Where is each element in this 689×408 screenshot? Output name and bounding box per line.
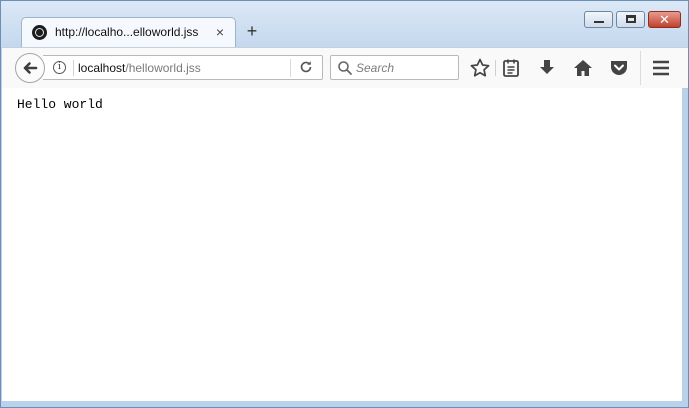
url-path: /helloworld.jss xyxy=(125,61,201,75)
tab-title: http://localho...elloworld.jss xyxy=(55,25,199,39)
search-icon xyxy=(338,61,352,75)
home-icon[interactable] xyxy=(572,57,594,79)
url-bar[interactable]: i localhost/helloworld.jss xyxy=(43,55,323,80)
url-divider-right xyxy=(290,59,291,77)
restore-button[interactable] xyxy=(616,11,645,28)
title-bar: http://localho...elloworld.jss × + ✕ xyxy=(1,1,688,47)
reload-icon[interactable] xyxy=(298,59,314,75)
search-bar[interactable]: Search xyxy=(330,55,459,80)
tab-close-icon[interactable]: × xyxy=(212,23,228,41)
back-button[interactable] xyxy=(15,53,45,83)
back-arrow-icon xyxy=(23,62,38,74)
info-icon[interactable]: i xyxy=(53,61,66,74)
url-text[interactable]: localhost/helloworld.jss xyxy=(78,61,201,75)
navigation-toolbar: i localhost/helloworld.jss Search xyxy=(2,47,688,89)
menu-icon[interactable] xyxy=(650,57,672,79)
toolbar-divider xyxy=(495,60,496,76)
url-divider xyxy=(73,60,74,76)
browser-window: http://localho...elloworld.jss × + ✕ i l… xyxy=(0,0,689,408)
close-icon: ✕ xyxy=(659,12,670,27)
url-host: localhost xyxy=(78,61,126,75)
minimize-icon xyxy=(594,21,604,23)
page-content: Hello world xyxy=(2,88,682,401)
bookmark-star-icon[interactable] xyxy=(469,57,491,79)
toolbar-divider xyxy=(640,51,641,85)
tab-active[interactable]: http://localho...elloworld.jss × xyxy=(21,17,236,47)
restore-icon xyxy=(626,15,636,23)
search-placeholder: Search xyxy=(356,61,395,75)
firefox-tab-icon xyxy=(32,25,47,40)
close-window-button[interactable]: ✕ xyxy=(648,11,681,28)
minimize-button[interactable] xyxy=(584,11,613,28)
reading-list-icon[interactable] xyxy=(500,57,522,79)
new-tab-button[interactable]: + xyxy=(243,21,261,41)
download-icon[interactable] xyxy=(536,57,558,79)
page-body-text: Hello world xyxy=(17,97,103,112)
pocket-icon[interactable] xyxy=(608,57,630,79)
